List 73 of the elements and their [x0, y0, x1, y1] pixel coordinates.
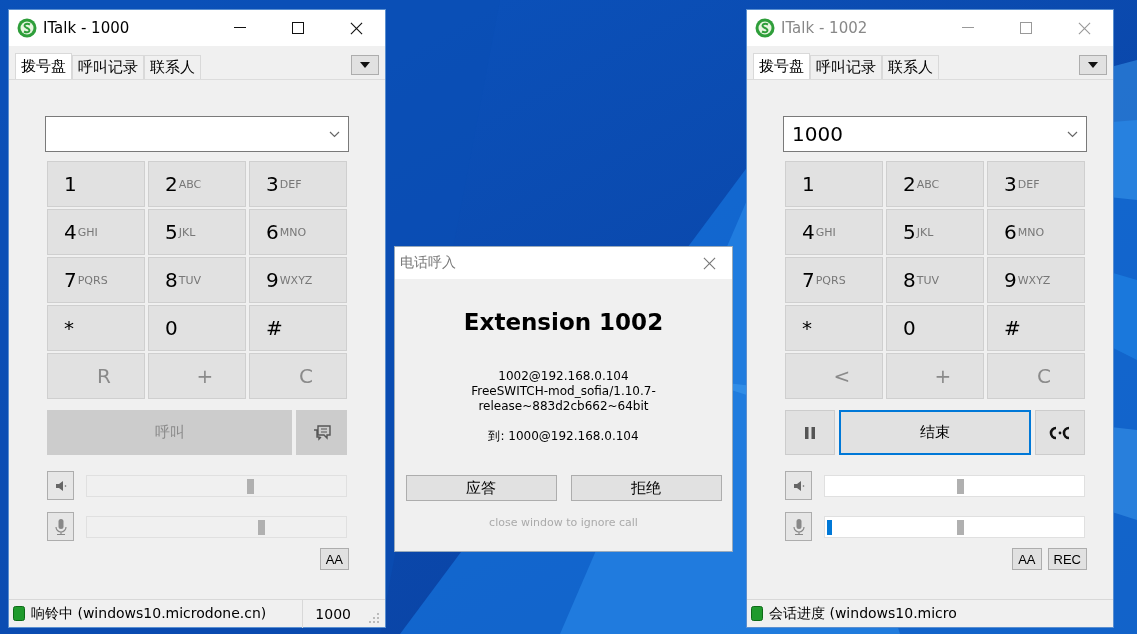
tab[interactable]: 拨号盘	[15, 53, 72, 79]
answer-button[interactable]: 应答	[405, 475, 557, 501]
slider-thumb[interactable]	[247, 478, 255, 494]
maximize-icon	[292, 22, 304, 34]
tab[interactable]: 拨号盘	[753, 53, 810, 79]
window-title: ITalk - 1002	[781, 19, 869, 37]
keypad-key[interactable]: 1	[785, 161, 883, 207]
chevron-down-icon	[1067, 130, 1078, 138]
option-button[interactable]: AA	[1012, 548, 1042, 570]
status-text: 会话进度 (windows10.micro	[769, 604, 958, 623]
chevron-down-icon	[329, 130, 340, 138]
slider-thumb[interactable]	[956, 478, 964, 494]
pause-icon	[805, 426, 815, 439]
hold-button[interactable]	[785, 410, 835, 455]
close-icon	[1077, 21, 1091, 35]
caller-detail: 1002@192.168.0.104	[498, 369, 629, 384]
microphone-slider[interactable]	[824, 515, 1085, 538]
keypad-key[interactable]: *	[785, 305, 883, 351]
microphone-button[interactable]	[47, 512, 74, 541]
keypad-key[interactable]: 0	[886, 305, 984, 351]
dropdown-button[interactable]	[1079, 55, 1107, 75]
caller-detail: release~883d2cb662~64bit	[478, 399, 649, 414]
status-text: 响铃中 (windows10.microdone.cn)	[31, 604, 268, 623]
speaker-slider[interactable]	[86, 474, 347, 497]
logo-icon	[17, 18, 37, 38]
extension-number: 1000	[302, 599, 363, 628]
speaker-button[interactable]	[47, 471, 74, 500]
dialog-title: 电话呼入	[400, 254, 457, 272]
caller-name: Extension 1002	[463, 309, 664, 335]
microphone-icon	[792, 518, 805, 535]
keypad-key[interactable]: #	[987, 305, 1085, 351]
slider-thumb[interactable]	[956, 519, 964, 535]
keypad-key[interactable]: 1	[47, 161, 145, 207]
speaker-button[interactable]	[785, 471, 812, 500]
microphone-icon	[54, 518, 67, 535]
status-led-icon	[751, 606, 763, 621]
transfer-button[interactable]	[1035, 410, 1085, 455]
minimize-icon	[234, 27, 246, 29]
speaker-slider[interactable]	[824, 474, 1085, 497]
window-title: ITalk - 1000	[43, 19, 131, 37]
microphone-button[interactable]	[785, 512, 812, 541]
close-icon	[702, 256, 716, 270]
status-led-icon	[13, 606, 25, 621]
tab[interactable]: 呼叫记录	[72, 55, 144, 79]
tab[interactable]: 呼叫记录	[810, 55, 882, 79]
option-button[interactable]: REC	[1047, 548, 1087, 570]
option-button[interactable]: AA	[319, 548, 349, 570]
transfer-icon	[1049, 425, 1071, 440]
number-field[interactable]: 1000	[783, 116, 1087, 152]
chat-icon	[311, 423, 332, 442]
logo-icon	[755, 18, 775, 38]
triangle-down-icon	[1088, 62, 1098, 68]
slider-thumb[interactable]	[257, 519, 265, 535]
speaker-icon	[54, 479, 67, 492]
triangle-down-icon	[360, 62, 370, 68]
dropdown-button[interactable]	[351, 55, 379, 75]
number-field[interactable]	[45, 116, 349, 152]
close-icon	[349, 21, 363, 35]
hint-text: close window to ignore call	[489, 516, 638, 529]
microphone-slider[interactable]	[86, 515, 347, 538]
keypad-key[interactable]: *	[47, 305, 145, 351]
minimize-icon	[962, 27, 974, 29]
caller-detail: FreeSWITCH-mod_sofia/1.10.7-	[471, 384, 656, 399]
speaker-icon	[792, 479, 805, 492]
resize-grip-icon	[369, 612, 379, 623]
reject-button[interactable]: 拒绝	[570, 475, 722, 501]
keypad-key[interactable]: #	[249, 305, 347, 351]
hang-up-button[interactable]: 结束	[839, 410, 1031, 455]
callee-address: 到: 1000@192.168.0.104	[488, 428, 639, 445]
tab[interactable]: 联系人	[144, 55, 201, 79]
maximize-icon	[1020, 22, 1032, 34]
keypad-key[interactable]: 0	[148, 305, 246, 351]
tab[interactable]: 联系人	[882, 55, 939, 79]
